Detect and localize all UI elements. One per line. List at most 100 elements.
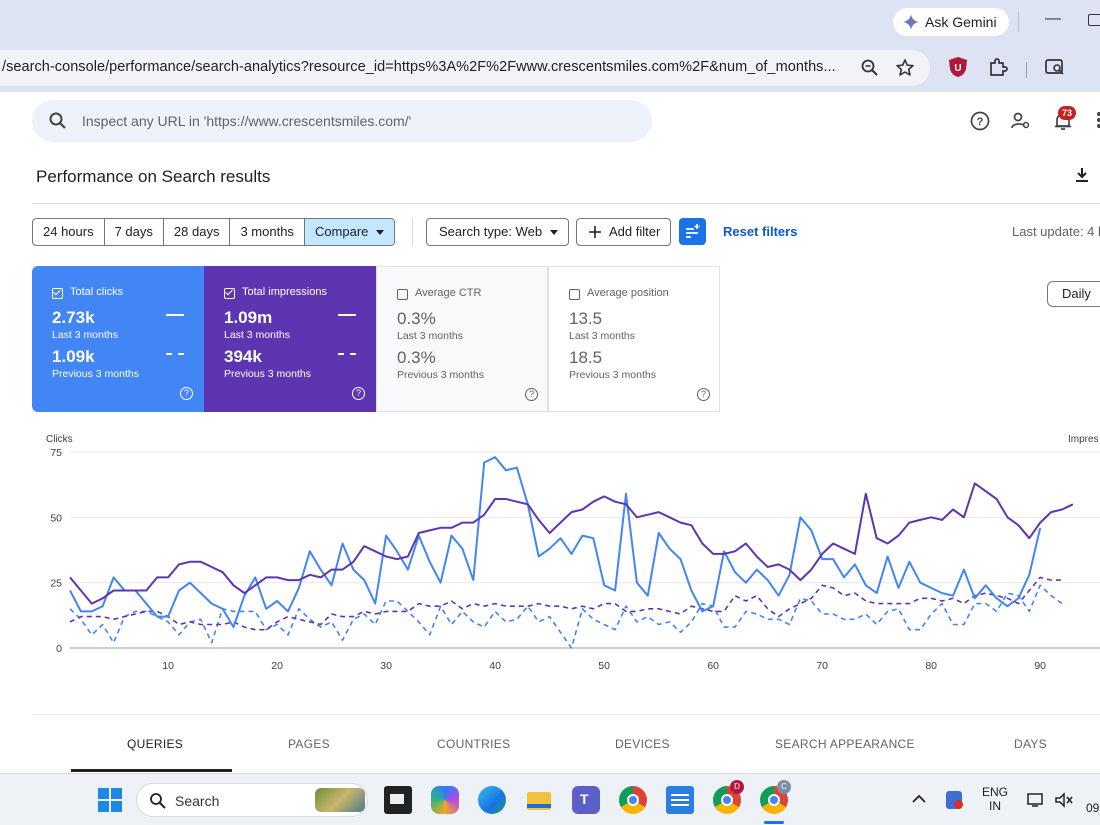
more-menu-icon[interactable] [1094, 110, 1100, 130]
header-divider [32, 203, 1100, 204]
search-highlight-image [315, 788, 365, 812]
x-tick-label: 80 [925, 660, 937, 672]
active-app-indicator [764, 821, 784, 824]
metric-card-average-position[interactable]: Average position 13.5 Last 3 months 18.5… [548, 266, 720, 412]
tab-devices[interactable]: DEVICES [615, 737, 670, 751]
metric-current-value: 2.73k [52, 308, 95, 327]
svg-text:U: U [954, 63, 961, 74]
metric-previous-value: 1.09k [52, 347, 95, 366]
file-explorer-icon[interactable] [525, 786, 553, 814]
page-title: Performance on Search results [36, 167, 271, 186]
url-inspection-search[interactable]: Inspect any URL in 'https://www.crescent… [32, 100, 652, 142]
metric-previous-value: 0.3% [397, 348, 436, 367]
browser-toolbar: /search-console/performance/search-analy… [0, 44, 1100, 92]
copilot-icon[interactable] [431, 786, 459, 814]
notepad-icon[interactable] [666, 786, 694, 814]
search-type-filter[interactable]: Search type: Web [426, 218, 570, 246]
add-filter-button[interactable]: Add filter [576, 218, 672, 246]
task-view-icon[interactable] [384, 786, 412, 814]
x-tick-label: 60 [707, 660, 719, 672]
help-icon[interactable]: ? [697, 388, 710, 401]
ublock-extension-icon[interactable]: U [947, 56, 969, 78]
filter-settings-button[interactable] [679, 218, 706, 245]
taskbar-search-label: Search [175, 793, 220, 809]
chart-svg: 0 25 50 75 10 20 30 40 50 60 70 80 90 Clicks Impres [46, 434, 1100, 672]
tab-queries[interactable]: QUERIES [127, 737, 183, 751]
gemini-sparkle-icon [903, 14, 919, 30]
restore-button[interactable] [1088, 14, 1100, 26]
taskbar-search[interactable]: Search [136, 783, 368, 817]
edge-browser-icon[interactable] [478, 786, 506, 814]
notification-count-badge: 73 [1058, 106, 1076, 120]
address-url[interactable]: /search-console/performance/search-analy… [2, 59, 836, 75]
last-update-text: Last update: 4 h [1012, 224, 1100, 239]
x-tick-label: 90 [1034, 660, 1046, 672]
metric-label: Total impressions [242, 286, 327, 298]
range-7-days[interactable]: 7 days [105, 219, 164, 245]
browser-titlebar: Ask Gemini — [0, 0, 1100, 44]
metric-previous-value: 18.5 [569, 348, 603, 367]
export-download-icon[interactable] [1072, 165, 1092, 185]
granularity-dropdown[interactable]: Daily [1047, 281, 1100, 307]
x-tick-label: 30 [380, 660, 392, 672]
teams-icon[interactable]: T [572, 786, 600, 814]
x-tick-label: 50 [598, 660, 610, 672]
search-icon [49, 112, 66, 129]
dashed-line-legend [338, 353, 356, 355]
range-24-hours[interactable]: 24 hours [33, 219, 105, 245]
range-28-days[interactable]: 28 days [164, 219, 231, 245]
tab-pages[interactable]: PAGES [288, 737, 330, 751]
date-range-selector: 24 hours 7 days 28 days 3 months Compare [32, 218, 396, 246]
ask-gemini-button[interactable]: Ask Gemini [893, 8, 1009, 36]
tab-countries[interactable]: COUNTRIES [437, 737, 510, 751]
bookmark-star-icon[interactable] [895, 58, 915, 78]
metric-previous-period: Previous 3 months [397, 369, 484, 381]
compare-dropdown[interactable]: Compare [304, 219, 395, 245]
extensions-puzzle-icon[interactable] [987, 56, 1009, 78]
tab-days[interactable]: DAYS [1014, 737, 1047, 751]
zoom-icon[interactable] [860, 58, 880, 78]
volume-muted-icon[interactable] [1054, 792, 1074, 808]
filter-divider [412, 218, 413, 246]
series-line-total-clicks [69, 456, 1042, 629]
chrome-profile-d-icon[interactable]: D [713, 780, 744, 814]
series-line-total-impressions-previous [69, 576, 1062, 631]
address-bar[interactable]: /search-console/performance/search-analy… [0, 50, 930, 86]
y-axis-title-right: Impres [1068, 434, 1099, 445]
metric-current-value: 1.09m [224, 308, 273, 327]
y-tick-label: 25 [50, 578, 62, 590]
range-3-months[interactable]: 3 months [230, 219, 305, 245]
metric-current-period: Last 3 months [52, 329, 118, 341]
help-icon[interactable]: ? [352, 387, 365, 400]
position-checkbox[interactable] [569, 289, 580, 300]
help-icon[interactable]: ? [180, 387, 193, 400]
ctr-checkbox[interactable] [397, 289, 408, 300]
metric-card-total-clicks[interactable]: Total clicks 2.73k Last 3 months 1.09k P… [32, 266, 204, 412]
reset-filters-link[interactable]: Reset filters [723, 224, 797, 239]
chrome-profile-c-icon[interactable]: C [760, 780, 791, 814]
manage-users-icon[interactable] [1010, 110, 1032, 132]
metric-card-average-ctr[interactable]: Average CTR 0.3% Last 3 months 0.3% Prev… [376, 266, 548, 412]
x-tick-label: 20 [271, 660, 283, 672]
language-indicator[interactable]: ENG IN [980, 785, 1010, 813]
network-icon[interactable] [1026, 792, 1044, 808]
performance-chart: 0 25 50 75 10 20 30 40 50 60 70 80 90 Clicks Impres [32, 412, 1100, 694]
metric-card-total-impressions[interactable]: Total impressions 1.09m Last 3 months 39… [204, 266, 376, 412]
minimize-button[interactable]: — [1045, 10, 1061, 28]
help-icon[interactable]: ? [969, 110, 991, 132]
tab-search-appearance[interactable]: SEARCH APPEARANCE [775, 737, 915, 751]
chevron-up-icon[interactable] [912, 794, 926, 804]
solid-line-legend [338, 314, 356, 316]
windows-start-icon[interactable] [96, 786, 124, 814]
windows-taskbar: Search T D C ENG IN 09 [0, 773, 1100, 825]
chrome-icon[interactable] [619, 786, 647, 814]
filter-sliders-icon [686, 224, 700, 238]
dashed-line-legend [166, 353, 184, 355]
security-shield-icon[interactable] [946, 791, 963, 809]
clicks-checkbox[interactable] [52, 288, 63, 299]
dropdown-caret-icon [550, 229, 559, 235]
tab-search-icon[interactable] [1044, 56, 1066, 78]
impressions-checkbox[interactable] [224, 288, 235, 299]
help-icon[interactable]: ? [525, 388, 538, 401]
y-tick-label: 75 [50, 447, 62, 459]
